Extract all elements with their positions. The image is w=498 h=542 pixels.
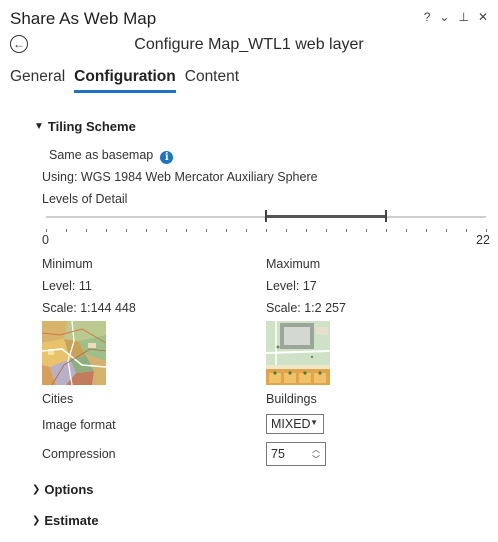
estimate-label: Estimate bbox=[44, 513, 99, 528]
slider-tick bbox=[86, 229, 87, 232]
close-icon[interactable]: ✕ bbox=[478, 10, 488, 24]
info-icon[interactable]: i bbox=[160, 151, 174, 164]
minimum-caption: Cities bbox=[42, 392, 74, 406]
slider-tick bbox=[346, 229, 347, 232]
same-as-basemap-label: Same as basemap bbox=[49, 148, 154, 162]
chevron-right-icon: ❯ bbox=[32, 484, 41, 495]
slider-tick bbox=[126, 229, 127, 232]
slider-tick bbox=[426, 229, 427, 232]
slider-tick bbox=[206, 229, 207, 232]
maximum-scale: Scale: 1:2 257 bbox=[266, 301, 346, 315]
image-format-label: Image format bbox=[42, 418, 116, 432]
image-format-value: MIXED bbox=[271, 417, 311, 431]
slider-tick bbox=[386, 229, 387, 232]
chevron-down-icon: ▼ bbox=[310, 418, 318, 427]
lod-max-label: 22 bbox=[476, 233, 490, 247]
image-format-dropdown[interactable]: MIXED ▼ bbox=[266, 414, 324, 434]
tab-general[interactable]: General bbox=[10, 68, 65, 93]
slider-tick bbox=[446, 229, 447, 232]
chevron-down-icon: ▼ bbox=[34, 121, 44, 132]
slider-tick bbox=[186, 229, 187, 232]
pin-icon[interactable]: ⊥ bbox=[458, 10, 468, 24]
slider-min-thumb[interactable] bbox=[265, 210, 267, 222]
levels-of-detail-label: Levels of Detail bbox=[42, 192, 128, 206]
slider-max-thumb[interactable] bbox=[385, 210, 387, 222]
buildings-map-thumbnail bbox=[266, 321, 330, 385]
pane-subtitle: Configure Map_WTL1 web layer bbox=[134, 36, 364, 53]
tab-content[interactable]: Content bbox=[185, 68, 239, 93]
options-chevron-icon[interactable]: ⌄ bbox=[439, 10, 449, 24]
slider-tick bbox=[46, 229, 47, 232]
slider-tick bbox=[246, 229, 247, 232]
compression-label: Compression bbox=[42, 447, 116, 461]
tab-strip: General Configuration Content bbox=[10, 68, 248, 93]
pane-controls: ? ⌄ ⊥ ✕ bbox=[424, 10, 488, 24]
compression-value: 75 bbox=[271, 447, 285, 461]
slider-tick bbox=[406, 229, 407, 232]
minimum-header: Minimum bbox=[42, 257, 93, 271]
slider-tick bbox=[306, 229, 307, 232]
slider-tick bbox=[166, 229, 167, 232]
tiling-scheme-label: Tiling Scheme bbox=[47, 119, 136, 134]
lod-min-label: 0 bbox=[42, 233, 49, 247]
compression-stepper[interactable]: 75 ︿ ﹀ bbox=[266, 442, 326, 466]
slider-tick bbox=[466, 229, 467, 232]
slider-tick bbox=[226, 229, 227, 232]
tiling-scheme-header[interactable]: ▼ Tiling Scheme bbox=[34, 119, 136, 134]
minimum-level: Level: 11 bbox=[42, 279, 92, 293]
slider-selected-range bbox=[266, 215, 386, 218]
options-header[interactable]: ❯ Options bbox=[32, 482, 94, 497]
levels-of-detail-slider[interactable] bbox=[46, 207, 487, 237]
chevron-right-icon: ❯ bbox=[32, 515, 41, 526]
pane-title: Share As Web Map bbox=[10, 9, 157, 28]
slider-tick bbox=[486, 229, 487, 232]
tab-configuration[interactable]: Configuration bbox=[74, 68, 176, 93]
same-as-basemap-row: Same as basemap i bbox=[49, 148, 174, 164]
maximum-caption: Buildings bbox=[266, 392, 317, 406]
maximum-header: Maximum bbox=[266, 257, 321, 271]
slider-tick bbox=[66, 229, 67, 232]
options-label: Options bbox=[44, 482, 94, 497]
chevron-down-icon[interactable]: ﹀ bbox=[312, 454, 320, 465]
maximum-level: Level: 17 bbox=[266, 279, 317, 293]
slider-tick bbox=[366, 229, 367, 232]
slider-tick bbox=[266, 229, 267, 232]
help-icon[interactable]: ? bbox=[424, 10, 431, 24]
using-projection-text: Using: WGS 1984 Web Mercator Auxiliary S… bbox=[42, 170, 318, 184]
slider-tick bbox=[326, 229, 327, 232]
estimate-header[interactable]: ❯ Estimate bbox=[32, 513, 99, 528]
slider-tick bbox=[106, 229, 107, 232]
minimum-scale: Scale: 1:144 448 bbox=[42, 301, 136, 315]
slider-tick bbox=[146, 229, 147, 232]
cities-map-thumbnail bbox=[42, 321, 106, 385]
slider-tick bbox=[286, 229, 287, 232]
